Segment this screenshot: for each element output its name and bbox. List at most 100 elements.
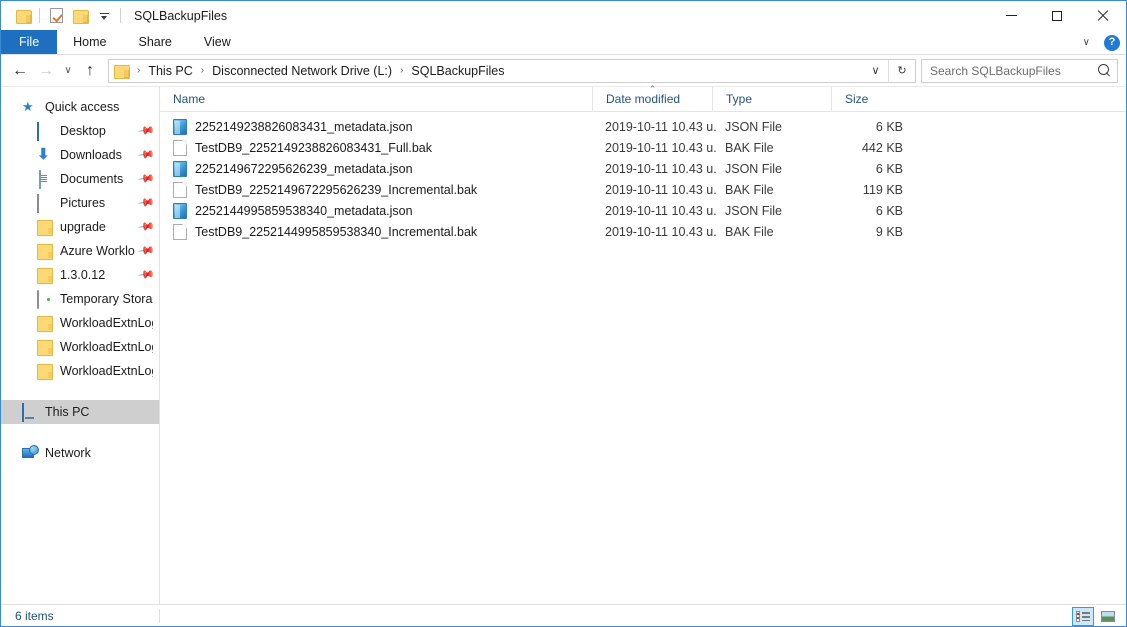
file-type-cell: JSON File bbox=[725, 119, 782, 134]
search-icon bbox=[1098, 64, 1111, 77]
folder-icon bbox=[37, 268, 53, 284]
close-button[interactable] bbox=[1080, 1, 1126, 30]
sort-ascending-icon: ⌃ bbox=[648, 83, 657, 94]
sidebar-item-downloads[interactable]: ⬇ Downloads 📌 bbox=[1, 143, 159, 167]
column-header-size-label: Size bbox=[845, 92, 869, 106]
table-row[interactable]: TestDB9_2252149238826083431_Full.bak 201… bbox=[160, 137, 1126, 158]
sidebar-item-version[interactable]: 1.3.0.12 📌 bbox=[1, 263, 159, 287]
sidebar-item-workload-log-3[interactable]: WorkloadExtnLogFolder bbox=[1, 359, 159, 383]
forward-button[interactable]: → bbox=[33, 58, 59, 84]
file-type-cell: JSON File bbox=[725, 203, 782, 218]
qat-new-folder-button[interactable] bbox=[68, 5, 92, 27]
sidebar-item-workload-log-1[interactable]: WorkloadExtnLogFolder bbox=[1, 311, 159, 335]
file-size-cell: 6 KB bbox=[875, 203, 903, 218]
pin-icon: 📌 bbox=[137, 241, 156, 260]
file-date-cell: 2019-10-11 10.43 u. bbox=[605, 224, 717, 239]
table-row[interactable]: 2252149238826083431_metadata.json 2019-1… bbox=[160, 116, 1126, 137]
new-folder-icon bbox=[72, 9, 89, 24]
tab-share[interactable]: Share bbox=[123, 30, 188, 54]
sidebar-item-workload-log-2[interactable]: WorkloadExtnLogFolder bbox=[1, 335, 159, 359]
breadcrumb-item-this-pc[interactable]: This PC bbox=[146, 64, 194, 78]
file-date-cell: 2019-10-11 10.43 u. bbox=[605, 182, 717, 197]
large-icons-view-button[interactable] bbox=[1097, 607, 1119, 626]
tab-file[interactable]: File bbox=[1, 30, 58, 54]
quick-access-toolbar bbox=[1, 1, 125, 30]
folder-icon bbox=[37, 340, 53, 356]
pin-icon: 📌 bbox=[137, 121, 156, 140]
table-row[interactable]: 2252144995859538340_metadata.json 2019-1… bbox=[160, 200, 1126, 221]
qat-separator-2 bbox=[120, 8, 121, 23]
minimize-button[interactable] bbox=[988, 1, 1034, 30]
table-row[interactable]: TestDB9_2252144995859538340_Incremental.… bbox=[160, 221, 1126, 242]
sidebar-item-label: upgrade bbox=[60, 220, 106, 234]
sidebar-item-pictures[interactable]: Pictures 📌 bbox=[1, 191, 159, 215]
ribbon-tab-bar: File Home Share View ∨ ? bbox=[1, 30, 1126, 55]
file-date-cell: 2019-10-11 10.43 u. bbox=[605, 119, 717, 134]
file-date-cell: 2019-10-11 10.43 u. bbox=[605, 161, 717, 176]
window-controls bbox=[988, 1, 1126, 30]
properties-icon bbox=[49, 8, 63, 23]
sidebar-item-azure-workload[interactable]: Azure Workload 📌 bbox=[1, 239, 159, 263]
tab-home[interactable]: Home bbox=[57, 30, 122, 54]
folder-icon bbox=[37, 316, 53, 332]
sidebar-item-label: Quick access bbox=[45, 100, 120, 114]
title-bar: SQLBackupFiles bbox=[1, 1, 1126, 30]
back-button[interactable]: ← bbox=[7, 58, 33, 84]
qat-properties-button[interactable] bbox=[44, 5, 68, 27]
address-dropdown-button[interactable]: ∨ bbox=[863, 59, 889, 82]
column-header-size[interactable]: Size bbox=[831, 86, 916, 112]
sidebar-item-upgrade[interactable]: upgrade 📌 bbox=[1, 215, 159, 239]
file-type-cell: BAK File bbox=[725, 182, 774, 197]
pin-icon: 📌 bbox=[137, 169, 156, 188]
address-bar: ← → ∨ ↑ › This PC › Disconnected Network… bbox=[1, 55, 1126, 87]
sidebar-item-quick-access[interactable]: ★ Quick access bbox=[1, 95, 159, 119]
recent-locations-button[interactable]: ∨ bbox=[59, 58, 77, 84]
maximize-button[interactable] bbox=[1034, 1, 1080, 30]
desktop-icon bbox=[37, 122, 53, 141]
qat-customize-button[interactable] bbox=[92, 5, 116, 27]
pin-icon: 📌 bbox=[137, 265, 156, 284]
sidebar-item-label: WorkloadExtnLogFolder bbox=[60, 316, 153, 330]
file-type-cell: BAK File bbox=[725, 140, 774, 155]
column-headers: Name ⌃ Date modified Type Size bbox=[160, 83, 1126, 112]
documents-icon bbox=[37, 170, 53, 189]
file-size-cell: 442 KB bbox=[861, 140, 903, 155]
table-row[interactable]: TestDB9_2252149672295626239_Incremental.… bbox=[160, 179, 1126, 200]
sidebar-item-desktop[interactable]: Desktop 📌 bbox=[1, 119, 159, 143]
json-file-icon bbox=[173, 118, 187, 135]
up-button[interactable]: ↑ bbox=[77, 58, 103, 84]
view-toggle-group bbox=[1072, 605, 1119, 626]
search-box[interactable]: Search SQLBackupFiles bbox=[921, 58, 1118, 83]
breadcrumb-item-sqlbackupfiles[interactable]: SQLBackupFiles bbox=[409, 64, 506, 78]
file-name-label: 2252149238826083431_metadata.json bbox=[195, 119, 413, 134]
sidebar-item-documents[interactable]: Documents 📌 bbox=[1, 167, 159, 191]
search-input[interactable]: Search SQLBackupFiles bbox=[930, 64, 1098, 78]
column-header-date-modified[interactable]: ⌃ Date modified bbox=[592, 83, 712, 112]
column-header-type[interactable]: Type bbox=[712, 86, 831, 112]
large-icons-view-icon bbox=[1101, 610, 1115, 622]
tab-view[interactable]: View bbox=[188, 30, 247, 54]
table-row[interactable]: 2252149672295626239_metadata.json 2019-1… bbox=[160, 158, 1126, 179]
sidebar-item-network[interactable]: Network bbox=[1, 441, 159, 465]
sidebar-item-temporary-storage[interactable]: Temporary Storage bbox=[1, 287, 159, 311]
folder-icon bbox=[37, 220, 53, 236]
pin-icon: 📌 bbox=[137, 193, 156, 212]
breadcrumb[interactable]: › This PC › Disconnected Network Drive (… bbox=[108, 58, 916, 83]
sidebar-item-label: 1.3.0.12 bbox=[60, 268, 106, 282]
column-header-name[interactable]: Name bbox=[160, 87, 592, 112]
status-separator bbox=[159, 608, 160, 623]
sidebar-item-label: Pictures bbox=[60, 196, 106, 210]
qat-folder-icon[interactable] bbox=[11, 5, 35, 27]
file-date-cell: 2019-10-11 10.43 u. bbox=[605, 140, 717, 155]
sidebar-item-this-pc[interactable]: This PC bbox=[1, 400, 159, 424]
details-view-button[interactable] bbox=[1072, 606, 1094, 626]
refresh-button[interactable]: ↻ bbox=[889, 60, 915, 82]
file-size-cell: 6 KB bbox=[875, 161, 903, 176]
file-rows: 2252149238826083431_metadata.json 2019-1… bbox=[160, 112, 1126, 604]
expand-ribbon-button[interactable]: ∨ bbox=[1079, 37, 1094, 48]
file-name-cell: 2252149238826083431_metadata.json bbox=[160, 118, 592, 135]
column-header-name-label: Name bbox=[173, 92, 206, 106]
sidebar-item-label: WorkloadExtnLogFolder bbox=[60, 364, 153, 378]
breadcrumb-item-network-drive[interactable]: Disconnected Network Drive (L:) bbox=[210, 64, 394, 78]
help-button[interactable]: ? bbox=[1104, 34, 1120, 51]
